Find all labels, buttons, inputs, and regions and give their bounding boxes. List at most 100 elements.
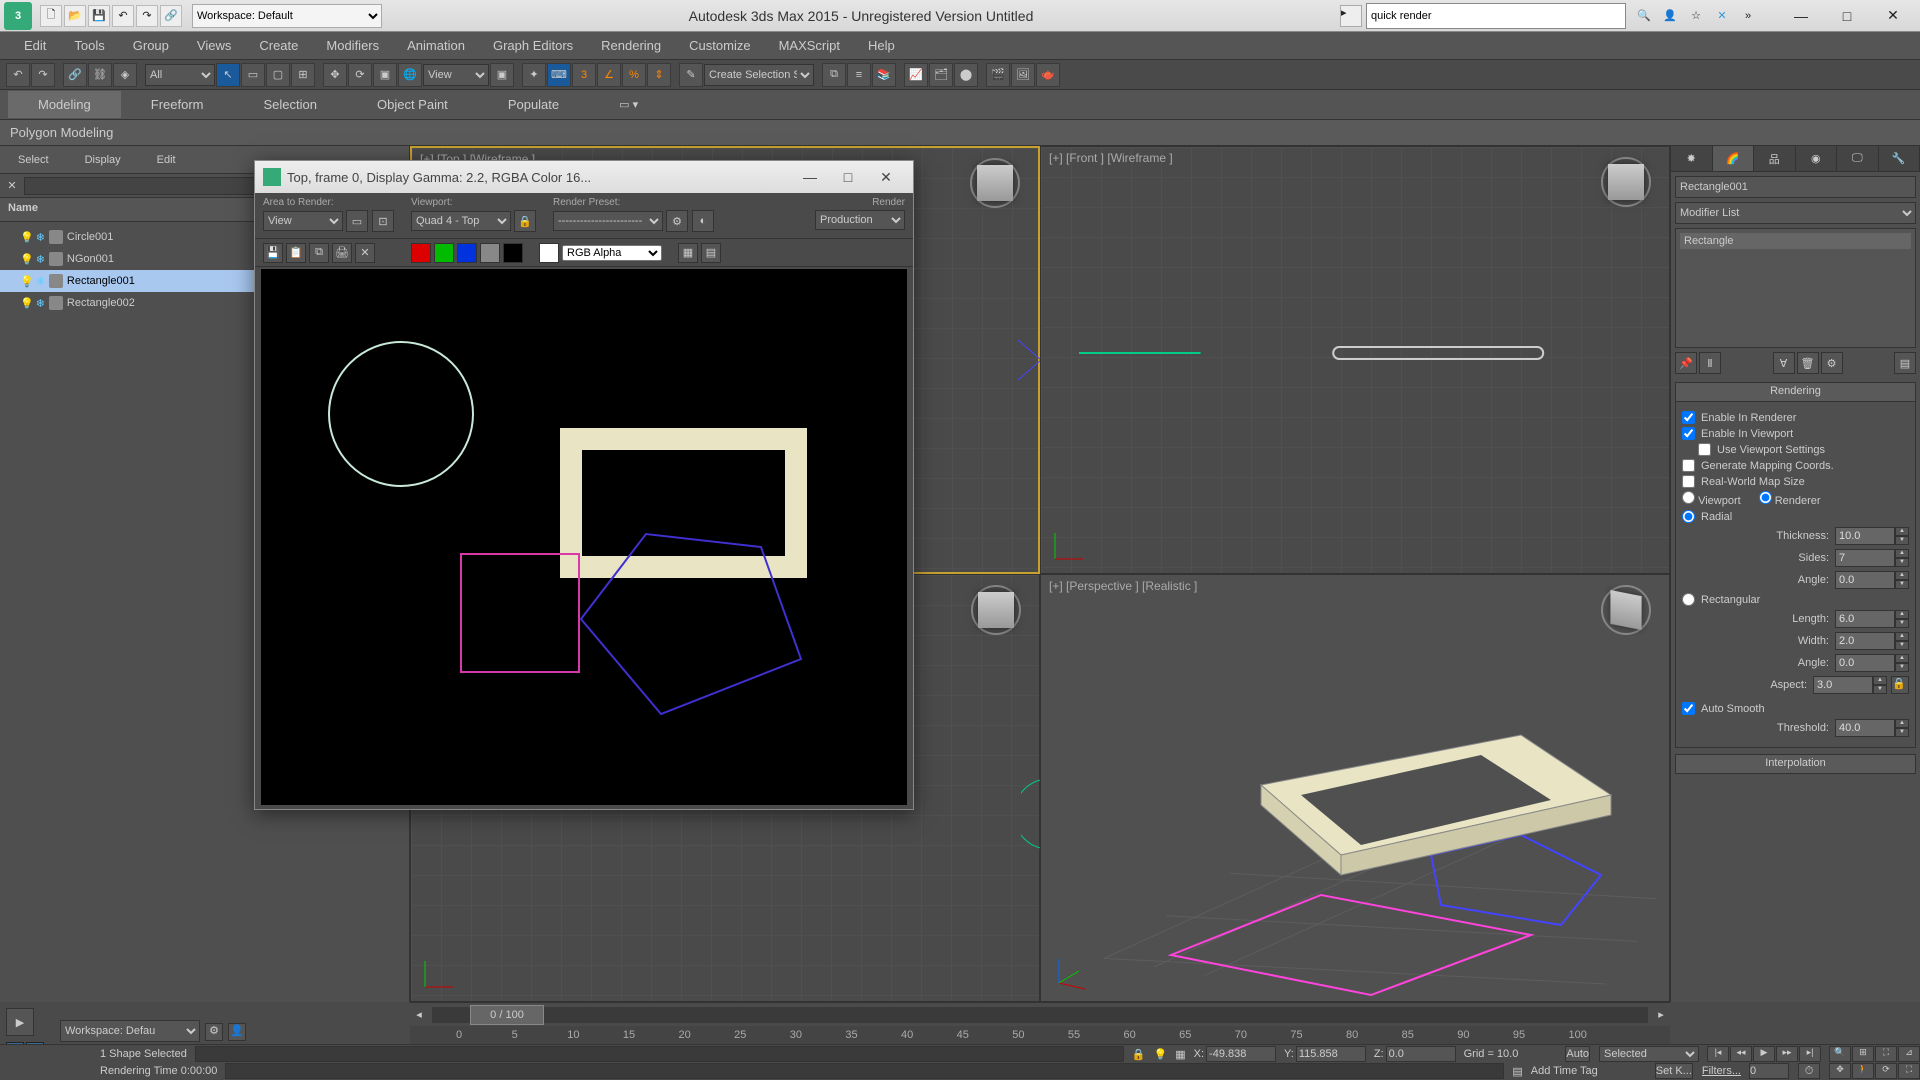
menu-graph-editors[interactable]: Graph Editors: [479, 32, 587, 59]
slider-right-icon[interactable]: ▸: [1652, 1008, 1670, 1021]
angle-snap-icon[interactable]: ∠: [597, 63, 621, 87]
prompt-bot[interactable]: [225, 1063, 1504, 1079]
spinner-down-icon[interactable]: ▼: [1895, 641, 1909, 650]
modifier-list-dropdown[interactable]: Modifier List: [1675, 202, 1916, 224]
orbit-icon[interactable]: ⟳: [1875, 1063, 1897, 1079]
max-toggle-icon[interactable]: ⛶: [1898, 1063, 1920, 1079]
rotate-icon[interactable]: ⟳: [348, 63, 372, 87]
ref-coord-icon[interactable]: 🌐: [398, 63, 422, 87]
length-input[interactable]: [1835, 610, 1895, 628]
rollout-interpolation-header[interactable]: Interpolation: [1675, 754, 1916, 774]
maximize-button[interactable]: □: [1824, 2, 1870, 30]
play-script-button[interactable]: ▶: [6, 1008, 34, 1036]
red-channel-icon[interactable]: [411, 243, 431, 263]
scene-tab-display[interactable]: Display: [67, 146, 139, 173]
new-icon[interactable]: 🗋: [40, 5, 62, 27]
z-coord-input[interactable]: [1386, 1046, 1456, 1062]
viewcube[interactable]: [1601, 157, 1651, 207]
use-viewport-checkbox[interactable]: [1698, 443, 1711, 456]
spinner-up-icon[interactable]: ▲: [1895, 549, 1909, 558]
title-arrow-icon[interactable]: ▸: [1340, 5, 1362, 27]
zoom-all-icon[interactable]: ⊞: [1852, 1046, 1874, 1062]
goto-end-icon[interactable]: ▸|: [1799, 1046, 1821, 1062]
undo-icon[interactable]: ↶: [6, 63, 30, 87]
ribbon-expand-icon[interactable]: ▭ ▾: [619, 98, 638, 111]
menu-customize[interactable]: Customize: [675, 32, 764, 59]
mono-channel-icon[interactable]: [503, 243, 523, 263]
width-input[interactable]: [1835, 632, 1895, 650]
app-logo[interactable]: 3: [4, 2, 32, 30]
unlink-icon[interactable]: ⛓: [88, 63, 112, 87]
save-icon[interactable]: 💾: [88, 5, 110, 27]
menu-help[interactable]: Help: [854, 32, 909, 59]
move-icon[interactable]: ✥: [323, 63, 347, 87]
help-search-input[interactable]: [1366, 3, 1626, 29]
viewcube[interactable]: [971, 585, 1021, 635]
zoom-ext-icon[interactable]: ⛶: [1875, 1046, 1897, 1062]
clone-icon[interactable]: ⧉: [309, 243, 329, 263]
aspect-input[interactable]: [1813, 676, 1873, 694]
render-window-titlebar[interactable]: Top, frame 0, Display Gamma: 2.2, RGBA C…: [255, 161, 913, 193]
fov-icon[interactable]: ⊿: [1898, 1046, 1920, 1062]
blue-channel-icon[interactable]: [457, 243, 477, 263]
link-icon[interactable]: 🔗: [160, 5, 182, 27]
viewport-label[interactable]: [+] [Front ] [Wireframe ]: [1049, 151, 1173, 165]
threshold-input[interactable]: [1835, 719, 1895, 737]
spinner-down-icon[interactable]: ▼: [1895, 558, 1909, 567]
tab-utilities-icon[interactable]: 🔧: [1879, 146, 1920, 171]
keyboard-shortcut-icon[interactable]: ⌨: [547, 63, 571, 87]
select-object-icon[interactable]: ↖: [216, 63, 240, 87]
y-coord-input[interactable]: [1296, 1046, 1366, 1062]
swatch-icon[interactable]: [539, 243, 559, 263]
workspace-bottom-dropdown[interactable]: Workspace: Defau: [60, 1020, 200, 1042]
align-icon[interactable]: ≡: [847, 63, 871, 87]
walk-icon[interactable]: 🚶: [1852, 1063, 1874, 1079]
render-frame-window[interactable]: Top, frame 0, Display Gamma: 2.2, RGBA C…: [254, 160, 914, 810]
viewport-label[interactable]: [+] [Perspective ] [Realistic ]: [1049, 579, 1197, 593]
environment-icon[interactable]: ◐: [692, 210, 714, 232]
rectangular-radio[interactable]: [1682, 593, 1695, 606]
ws-user-icon[interactable]: 👤: [228, 1023, 246, 1041]
ribbon-tab-selection[interactable]: Selection: [234, 91, 347, 118]
autosmooth-checkbox[interactable]: [1682, 702, 1695, 715]
minimize-button[interactable]: —: [1778, 2, 1824, 30]
open-icon[interactable]: 📂: [64, 5, 86, 27]
area-edit-icon[interactable]: ▭: [346, 210, 368, 232]
x-coord-input[interactable]: [1206, 1046, 1276, 1062]
freeze-icon[interactable]: ❄: [36, 231, 45, 244]
edit-named-sel-icon[interactable]: ✎: [679, 63, 703, 87]
redo-icon[interactable]: ↷: [31, 63, 55, 87]
render-frame-icon[interactable]: 🖼: [1011, 63, 1035, 87]
spinner-up-icon[interactable]: ▲: [1895, 527, 1909, 536]
bind-icon[interactable]: ◈: [113, 63, 137, 87]
modifier-stack[interactable]: Rectangle: [1675, 228, 1916, 348]
spinner-up-icon[interactable]: ▲: [1873, 676, 1887, 685]
bulb-icon[interactable]: 💡: [20, 297, 34, 310]
enable-viewport-checkbox[interactable]: [1682, 427, 1695, 440]
ws-gear-icon[interactable]: ⚙: [205, 1023, 223, 1041]
current-frame-input[interactable]: [1749, 1063, 1789, 1079]
key-filters-link[interactable]: Filters...: [1702, 1065, 1741, 1077]
exchange-icon[interactable]: ✕: [1710, 4, 1734, 28]
snap-icon[interactable]: 3: [572, 63, 596, 87]
ribbon-tab-modeling[interactable]: Modeling: [8, 91, 121, 118]
bulb-icon[interactable]: 💡: [20, 231, 34, 244]
menu-maxscript[interactable]: MAXScript: [765, 32, 854, 59]
lock-view-icon[interactable]: 🔒: [514, 210, 536, 232]
spinner-up-icon[interactable]: ▲: [1895, 719, 1909, 728]
sides-input[interactable]: [1835, 549, 1895, 567]
channel-dropdown[interactable]: RGB Alpha: [562, 245, 662, 261]
spinner-up-icon[interactable]: ▲: [1895, 654, 1909, 663]
spinner-up-icon[interactable]: ▲: [1895, 632, 1909, 641]
zoom-icon[interactable]: 🔍: [1829, 1046, 1851, 1062]
window-crossing-icon[interactable]: ⊞: [291, 63, 315, 87]
tab-display-icon[interactable]: 🖵: [1837, 146, 1879, 171]
stack-options-icon[interactable]: ▤: [1894, 352, 1916, 374]
abs-rel-icon[interactable]: ▦: [1175, 1048, 1185, 1061]
next-frame-icon[interactable]: ▸▸: [1776, 1046, 1798, 1062]
use-center-icon[interactable]: ▣: [490, 63, 514, 87]
undo-icon[interactable]: ↶: [112, 5, 134, 27]
layers-icon[interactable]: 📚: [872, 63, 896, 87]
configure-icon[interactable]: ⚙: [1821, 352, 1843, 374]
area-render-dropdown[interactable]: View: [263, 211, 343, 231]
